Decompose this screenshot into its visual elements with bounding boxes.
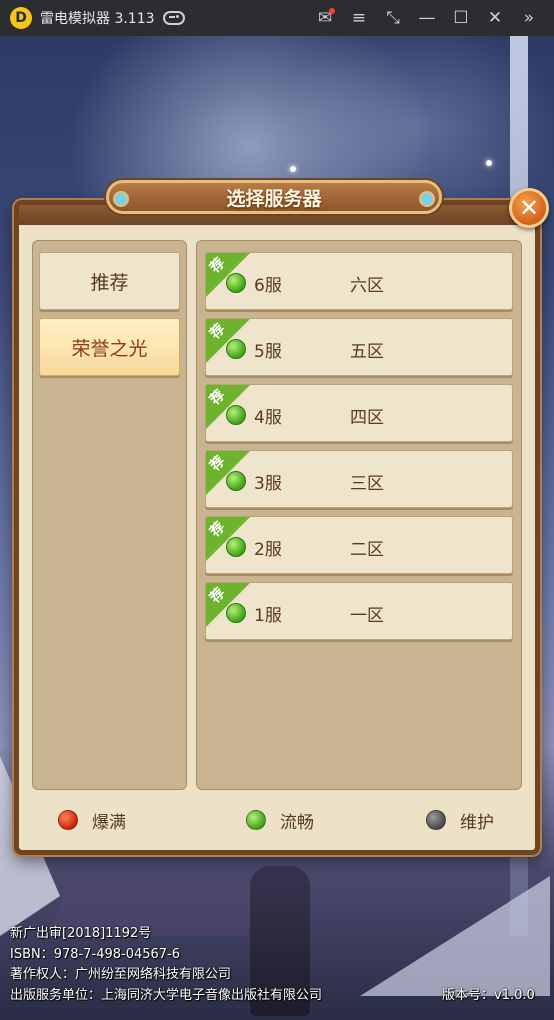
legend-maintenance: 维护 [426,808,494,833]
dialog-title: 选择服务器 [106,180,442,214]
gamepad-icon[interactable] [162,11,185,25]
version-number: 版本号：v1.0.0 [442,988,535,1003]
server-row[interactable]: 荐 6服 六区 [205,252,513,310]
server-name: 1服 [254,606,282,626]
legend-full-label: 爆满 [92,812,126,833]
status-smooth-icon [226,471,246,491]
legend-maintenance-label: 维护 [460,812,494,833]
crystal-shard [360,876,550,996]
notification-dot [329,8,335,14]
server-row[interactable]: 荐 2服 二区 [205,516,513,574]
server-row[interactable]: 荐 4服 四区 [205,384,513,442]
approval-number: 新广出审[2018]1192号 [10,926,152,941]
legend-smooth-label: 流畅 [280,812,314,833]
resize-icon[interactable]: ⤡ [376,0,410,36]
server-zone: 二区 [350,540,384,560]
status-smooth-icon [226,339,246,359]
legend-smooth: 流畅 [246,808,314,833]
status-smooth-icon [226,537,246,557]
server-zone: 一区 [350,606,384,626]
status-full-icon [58,810,78,830]
mail-icon[interactable]: ✉ [308,0,342,36]
menu-icon[interactable]: ≡ [342,0,376,36]
server-name: 5服 [254,342,282,362]
publisher: 出版服务单位：上海同济大学电子音像出版社有限公司 [10,988,323,1003]
category-recommended[interactable]: 推荐 [39,252,180,310]
app-logo-icon: D [10,7,32,29]
status-smooth-icon [226,405,246,425]
status-smooth-icon [246,810,266,830]
status-smooth-icon [226,273,246,293]
app-title: 雷电模拟器 3.113 [40,11,155,27]
star-sparkle [486,160,492,166]
isbn: ISBN：978-7-498-04567-6 [10,947,181,962]
server-row[interactable]: 荐 3服 三区 [205,450,513,508]
minimize-icon[interactable]: — [410,0,444,36]
star-sparkle [290,166,296,172]
server-zone: 六区 [350,276,384,296]
server-name: 4服 [254,408,282,428]
status-smooth-icon [226,603,246,623]
category-honor-light[interactable]: 荣誉之光 [39,318,180,376]
server-zone: 三区 [350,474,384,494]
server-name: 2服 [254,540,282,560]
server-name: 6服 [254,276,282,296]
status-maintenance-icon [426,810,446,830]
server-name: 3服 [254,474,282,494]
expand-icon[interactable]: » [512,0,546,36]
server-zone: 四区 [350,408,384,428]
server-row[interactable]: 荐 5服 五区 [205,318,513,376]
close-icon[interactable]: ✕ [478,0,512,36]
maximize-icon[interactable]: ☐ [444,0,478,36]
legend-full: 爆满 [58,808,126,833]
copyright-holder: 著作权人：广州纷至网络科技有限公司 [10,967,232,982]
server-row[interactable]: 荐 1服 一区 [205,582,513,640]
emulator-titlebar: D 雷电模拟器 3.113 ✉ ≡ ⤡ — ☐ ✕ » [0,0,554,36]
server-zone: 五区 [350,342,384,362]
close-button[interactable]: ✕ [509,188,549,228]
